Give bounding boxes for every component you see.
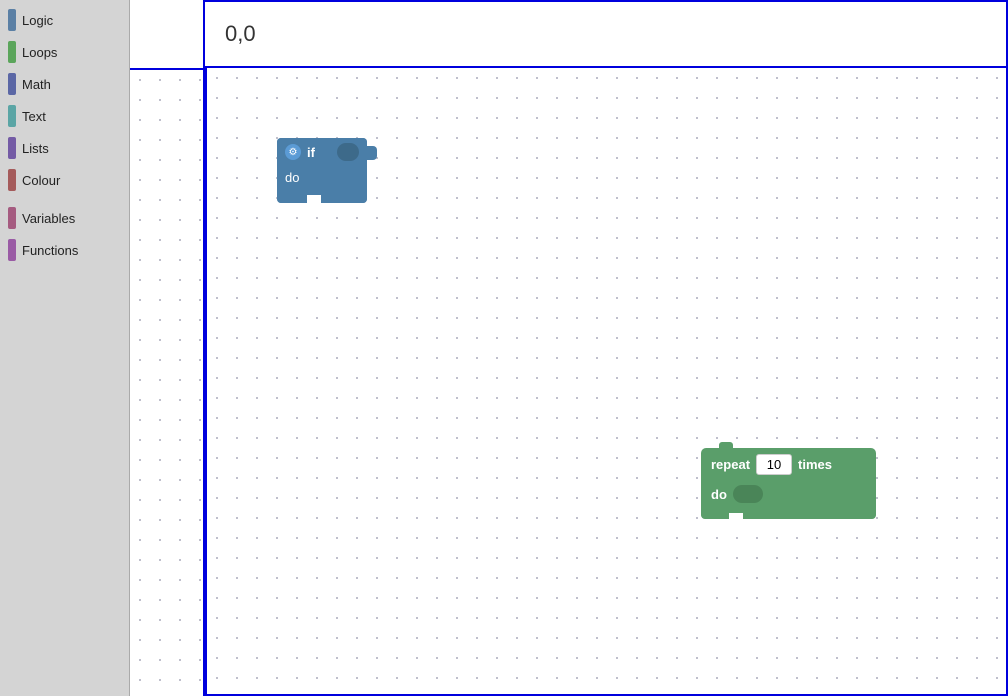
repeat-bottom-notch bbox=[729, 513, 743, 519]
if-bottom-left bbox=[277, 193, 307, 203]
coord-header: 0,0 bbox=[205, 0, 1008, 68]
sidebar-item-variables[interactable]: Variables bbox=[0, 202, 129, 234]
sidebar-item-logic[interactable]: Logic bbox=[0, 4, 129, 36]
sidebar-label-math: Math bbox=[22, 77, 51, 92]
if-block-header: ⚙ if bbox=[277, 138, 367, 166]
sidebar-item-loops[interactable]: Loops bbox=[0, 36, 129, 68]
main-area: 0,0 ⚙ if do bbox=[130, 0, 1008, 696]
repeat-bottom bbox=[701, 511, 876, 519]
if-block[interactable]: ⚙ if do bbox=[277, 138, 367, 203]
sidebar-label-variables: Variables bbox=[22, 211, 75, 226]
sidebar-label-logic: Logic bbox=[22, 13, 53, 28]
repeat-block[interactable]: repeat times do bbox=[701, 448, 876, 519]
text-color-bar bbox=[8, 105, 16, 127]
lists-color-bar bbox=[8, 137, 16, 159]
repeat-times-input[interactable] bbox=[756, 454, 792, 475]
repeat-label: repeat bbox=[711, 457, 750, 472]
sidebar-label-loops: Loops bbox=[22, 45, 57, 60]
if-label: if bbox=[307, 145, 315, 160]
workspace[interactable]: ⚙ if do bbox=[205, 68, 1008, 696]
left-strip-workspace bbox=[130, 68, 205, 696]
sidebar: Logic Loops Math Text Lists Colour Varia… bbox=[0, 0, 130, 696]
functions-color-bar bbox=[8, 239, 16, 261]
repeat-do-slot[interactable] bbox=[733, 485, 763, 503]
left-strip-header bbox=[130, 0, 205, 68]
if-condition-slot[interactable] bbox=[337, 143, 359, 161]
math-color-bar bbox=[8, 73, 16, 95]
loops-color-bar bbox=[8, 41, 16, 63]
logic-color-bar bbox=[8, 9, 16, 31]
sidebar-item-colour[interactable]: Colour bbox=[0, 164, 129, 196]
sidebar-item-functions[interactable]: Functions bbox=[0, 234, 129, 266]
repeat-top-notch bbox=[719, 442, 733, 448]
sidebar-label-lists: Lists bbox=[22, 141, 49, 156]
if-bottom-right bbox=[321, 193, 367, 203]
repeat-do-row: do bbox=[701, 481, 876, 511]
repeat-do-label: do bbox=[711, 487, 727, 502]
repeat-block-outer: repeat times do bbox=[701, 448, 876, 519]
sidebar-item-math[interactable]: Math bbox=[0, 68, 129, 100]
if-bottom-notch bbox=[307, 195, 321, 203]
sidebar-label-colour: Colour bbox=[22, 173, 60, 188]
times-label: times bbox=[798, 457, 832, 472]
if-bottom bbox=[277, 193, 367, 203]
sidebar-item-text[interactable]: Text bbox=[0, 100, 129, 132]
variables-color-bar bbox=[8, 207, 16, 229]
if-block-body: ⚙ if do bbox=[277, 138, 367, 203]
sidebar-label-text: Text bbox=[22, 109, 46, 124]
repeat-bottom-left bbox=[701, 511, 729, 519]
gear-icon[interactable]: ⚙ bbox=[285, 144, 301, 160]
sidebar-label-functions: Functions bbox=[22, 243, 78, 258]
colour-color-bar bbox=[8, 169, 16, 191]
coordinate-display: 0,0 bbox=[225, 21, 256, 47]
sidebar-item-lists[interactable]: Lists bbox=[0, 132, 129, 164]
if-do-label: do bbox=[285, 170, 299, 185]
if-do-row: do bbox=[277, 166, 367, 193]
repeat-header: repeat times bbox=[701, 448, 876, 481]
repeat-bottom-right bbox=[743, 511, 876, 519]
